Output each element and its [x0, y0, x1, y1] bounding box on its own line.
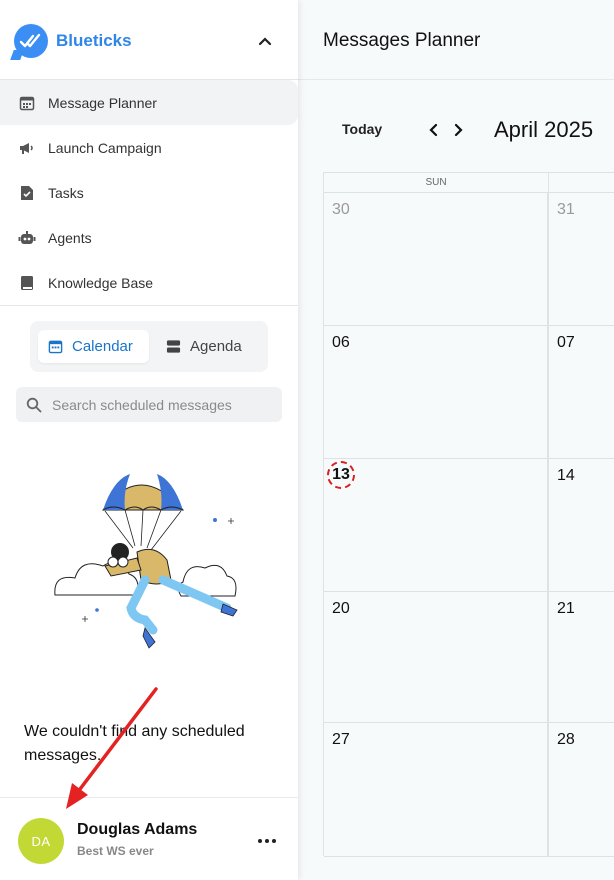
empty-state-illustration [45, 470, 245, 670]
calendar-day-cell[interactable]: 21 [548, 592, 614, 723]
divider [0, 305, 298, 306]
today-button[interactable]: Today [342, 121, 382, 137]
today-day-number: 13 [327, 461, 355, 489]
user-subtitle: Best WS ever [77, 844, 154, 858]
sidebar: Blueticks Message Planner Launch Campaig… [0, 0, 298, 880]
view-toggle: Calendar Agenda [30, 321, 268, 372]
day-number: 20 [332, 600, 350, 617]
day-of-week-header: SUN [324, 173, 548, 193]
sidebar-item-message-planner[interactable]: Message Planner [0, 80, 298, 125]
agenda-view-button[interactable]: Agenda [156, 330, 266, 363]
prev-month-button[interactable] [427, 120, 441, 140]
sidebar-item-label: Agents [48, 229, 92, 246]
day-number: 21 [557, 600, 575, 617]
calendar-day-cell[interactable]: 07 [548, 326, 614, 459]
day-of-week-header [548, 173, 614, 193]
day-number: 06 [332, 334, 350, 351]
month-label: April 2025 [494, 117, 594, 142]
robot-icon [18, 229, 36, 247]
search-input[interactable] [52, 396, 272, 413]
divider [298, 79, 614, 80]
calendar-view-label: Calendar [72, 338, 133, 355]
next-month-button[interactable] [451, 120, 465, 140]
day-number: 28 [557, 731, 575, 748]
search-box[interactable] [16, 387, 282, 422]
calendar-day-cell[interactable]: 30 [324, 193, 548, 326]
sidebar-nav: Message Planner Launch Campaign Tasks Ag… [0, 80, 298, 305]
calendar-day-cell[interactable]: 31 [548, 193, 614, 326]
sidebar-item-label: Tasks [48, 184, 84, 201]
day-number: 30 [332, 201, 350, 218]
sidebar-item-tasks[interactable]: Tasks [0, 170, 298, 215]
avatar[interactable]: DA [18, 818, 64, 864]
more-horizontal-icon [258, 839, 276, 843]
collapse-sidebar-button[interactable] [254, 30, 276, 52]
agenda-view-label: Agenda [190, 338, 242, 355]
megaphone-icon [18, 139, 36, 157]
more-options-button[interactable] [254, 830, 280, 852]
calendar-day-cell[interactable]: 27 [324, 723, 548, 857]
empty-state-message: We couldn't find any scheduled messages. [24, 723, 245, 764]
page-title: Messages Planner [323, 30, 481, 51]
calendar-day-cell-today[interactable]: 13 [324, 459, 548, 592]
sidebar-item-launch-campaign[interactable]: Launch Campaign [0, 125, 298, 170]
calendar-view-button[interactable]: Calendar [38, 330, 149, 363]
book-icon [18, 274, 36, 292]
day-number: 14 [557, 467, 575, 484]
brand[interactable]: Blueticks [14, 22, 132, 60]
calendar-day-cell[interactable]: 20 [324, 592, 548, 723]
search-icon [26, 397, 42, 412]
calendar-icon [18, 94, 36, 112]
calendar-grid: SUN 30 31 06 07 13 14 20 21 27 28 [323, 172, 614, 857]
day-number: 31 [557, 201, 575, 218]
sidebar-item-agents[interactable]: Agents [0, 215, 298, 260]
calendar-day-cell[interactable]: 14 [548, 459, 614, 592]
user-profile: DA Douglas Adams Best WS ever [0, 797, 298, 880]
day-number: 07 [557, 334, 575, 351]
user-name: Douglas Adams [77, 821, 198, 838]
chevron-up-icon [258, 37, 272, 46]
day-number: 27 [332, 731, 350, 748]
chevron-left-icon [429, 123, 438, 137]
chevron-right-icon [454, 123, 463, 137]
sidebar-item-label: Knowledge Base [48, 274, 154, 291]
agenda-icon [166, 339, 181, 354]
brand-name: Blueticks [56, 31, 132, 50]
sidebar-item-label: Message Planner [48, 94, 157, 111]
calendar-icon [48, 339, 63, 354]
sidebar-item-label: Launch Campaign [48, 139, 162, 156]
sidebar-item-knowledge-base[interactable]: Knowledge Base [0, 260, 298, 305]
task-check-icon [18, 184, 36, 202]
main-panel: Messages Planner Today April 2025 SUN 30… [298, 0, 614, 880]
calendar-day-cell[interactable]: 28 [548, 723, 614, 857]
blueticks-logo-icon [14, 24, 48, 58]
calendar-day-cell[interactable]: 06 [324, 326, 548, 459]
